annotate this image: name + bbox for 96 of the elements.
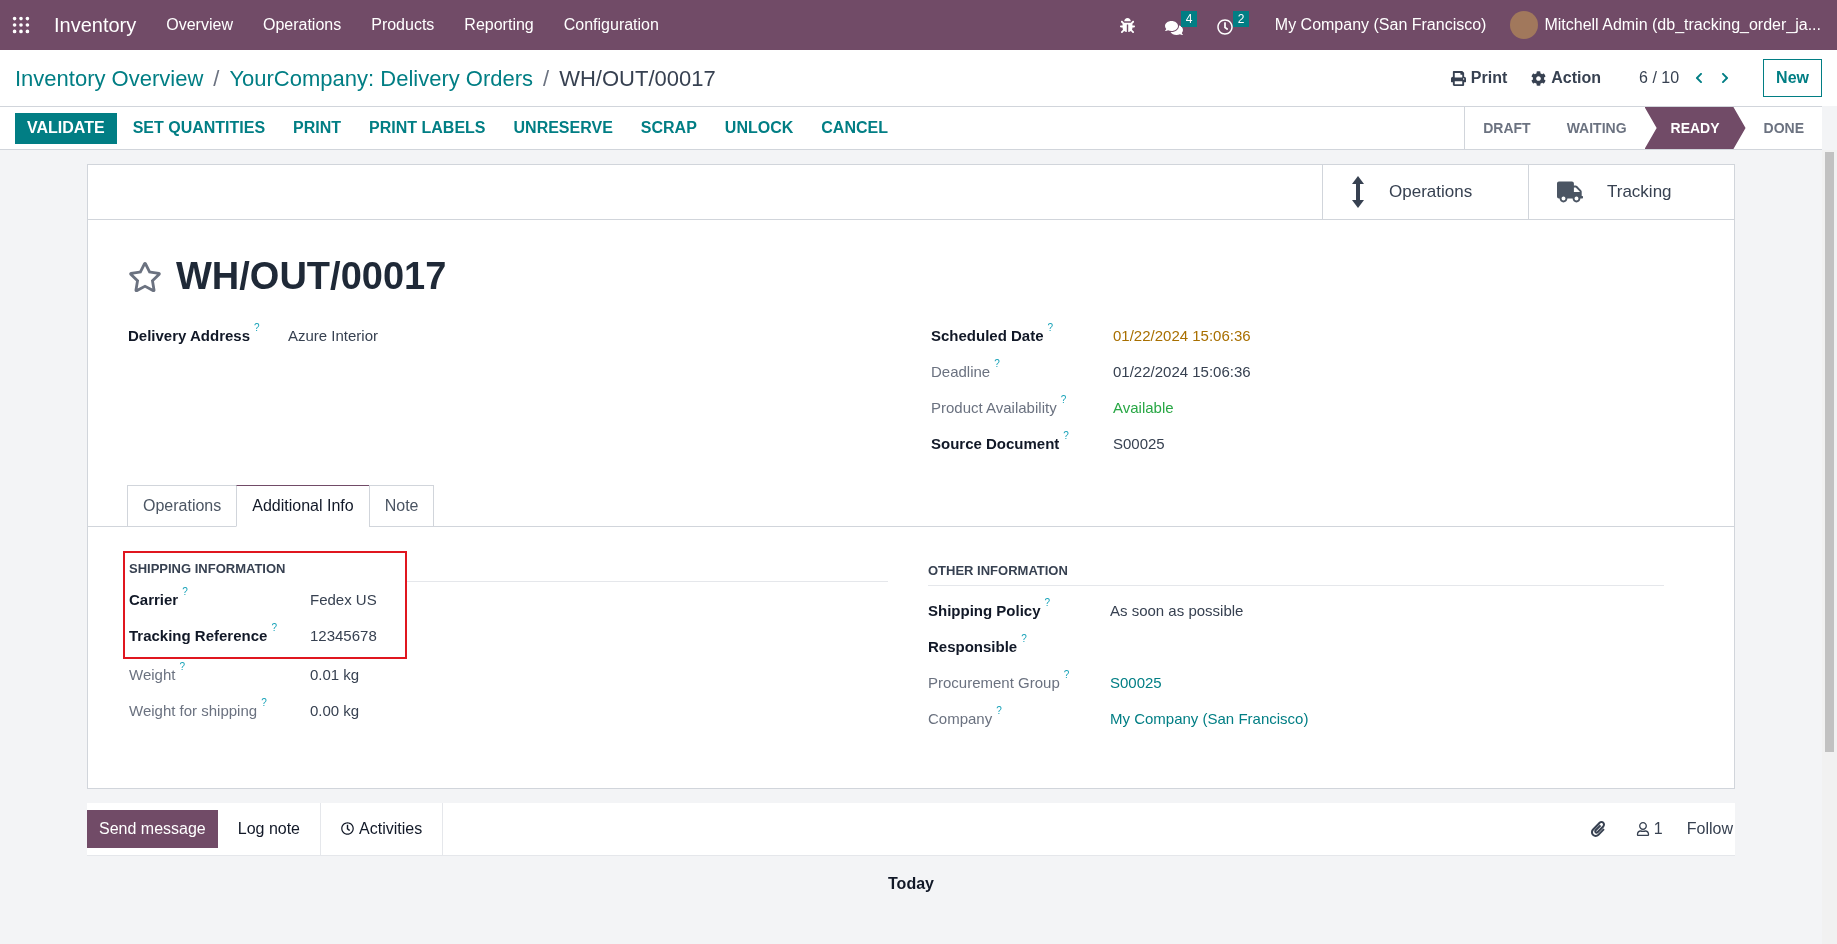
field-value: Available xyxy=(1113,398,1174,418)
field-label: Product Availability xyxy=(931,398,1057,418)
field-value: 01/22/2024 15:06:36 xyxy=(1113,326,1251,346)
breadcrumb: WH/OUT/00017 xyxy=(559,64,716,93)
field-value: 0.01 kg xyxy=(310,664,360,685)
messages-icon[interactable] xyxy=(1164,19,1183,37)
menu-item[interactable]: Reporting xyxy=(464,13,534,37)
field-label: Deadline xyxy=(931,362,991,382)
menu-item[interactable]: Operations xyxy=(262,13,342,37)
form-tab[interactable]: Note xyxy=(368,485,435,527)
field-value: 12345678 xyxy=(310,625,377,646)
action-menu-button[interactable]: Action xyxy=(1531,66,1602,90)
breadcrumb[interactable]: YourCompany: Delivery Orders xyxy=(229,61,534,95)
log-note-tab[interactable]: Log note xyxy=(217,802,321,855)
print-menu-button[interactable]: Print xyxy=(1450,66,1508,90)
pager-value[interactable]: 6 / 10 xyxy=(1639,66,1680,90)
follow-button[interactable]: Follow xyxy=(1686,816,1733,841)
help-tooltip-mark[interactable]: ? xyxy=(271,622,277,633)
menu-item[interactable]: Configuration xyxy=(563,13,659,37)
workflow-button[interactable]: PRINT LABELS xyxy=(357,112,498,144)
send-message-button[interactable]: Send message xyxy=(87,809,218,848)
workflow-button[interactable]: SCRAP xyxy=(628,112,709,144)
truck-icon xyxy=(1557,181,1583,203)
help-tooltip-mark[interactable]: ? xyxy=(994,359,1000,369)
activities-count-badge: 2 xyxy=(1232,11,1250,27)
star-icon[interactable] xyxy=(128,259,162,294)
help-tooltip-mark[interactable]: ? xyxy=(1060,395,1067,405)
user-avatar xyxy=(1510,11,1539,39)
help-tooltip-mark[interactable]: ? xyxy=(1047,323,1054,333)
user-menu[interactable]: Mitchell Admin (db_tracking_order_ja... xyxy=(1544,13,1821,37)
field-value: Fedex US xyxy=(310,589,377,610)
app-menu-icon[interactable] xyxy=(10,14,32,36)
status-stage[interactable]: WAITING xyxy=(1548,107,1645,149)
scrollbar[interactable] xyxy=(1822,150,1837,944)
record-title: WH/OUT/00017 xyxy=(176,254,447,299)
menu-item[interactable]: Products xyxy=(371,13,435,37)
activities-clock-icon[interactable] xyxy=(1216,19,1233,35)
workflow-button[interactable]: VALIDATE xyxy=(15,112,117,144)
status-stage[interactable]: DONE xyxy=(1745,107,1822,149)
help-tooltip-mark[interactable]: ? xyxy=(1044,597,1051,608)
printer-icon xyxy=(1450,70,1466,86)
help-tooltip-mark[interactable]: ? xyxy=(254,323,260,333)
field-value: As soon as possible xyxy=(1110,600,1244,621)
help-tooltip-mark[interactable]: ? xyxy=(1063,669,1070,680)
activities-tab[interactable]: Activities xyxy=(321,802,444,855)
help-tooltip-mark[interactable]: ? xyxy=(1063,431,1069,441)
breadcrumb-separator: / xyxy=(213,64,220,93)
app-name[interactable]: Inventory xyxy=(54,10,137,40)
clock-icon xyxy=(341,822,354,835)
help-tooltip-mark[interactable]: ? xyxy=(1021,633,1027,644)
section-heading: OTHER INFORMATION xyxy=(928,561,1664,586)
help-tooltip-mark[interactable]: ? xyxy=(261,697,267,708)
field-label: Procurement Group xyxy=(928,672,1060,693)
field-value: Azure Interior xyxy=(288,326,379,346)
followers-button[interactable]: 1 xyxy=(1635,816,1663,841)
breadcrumb-separator: / xyxy=(543,64,550,93)
field-label: Carrier xyxy=(129,589,179,610)
person-icon xyxy=(1635,821,1650,836)
smart-button[interactable]: Tracking xyxy=(1528,165,1734,219)
smart-button[interactable]: Operations xyxy=(1322,165,1528,219)
field-label: Shipping Policy xyxy=(928,600,1041,621)
help-tooltip-mark[interactable]: ? xyxy=(182,586,188,597)
workflow-button[interactable]: UNRESERVE xyxy=(501,112,625,144)
help-tooltip-mark[interactable]: ? xyxy=(179,661,185,672)
gear-icon xyxy=(1531,70,1547,86)
date-separator: Today xyxy=(888,873,934,894)
messages-count-badge: 4 xyxy=(1180,11,1198,27)
up-down-arrow-icon xyxy=(1351,176,1365,208)
field-label: Source Document xyxy=(931,434,1060,454)
attachment-icon[interactable] xyxy=(1589,820,1606,837)
field-value: S00025 xyxy=(1113,434,1165,454)
debug-icon[interactable] xyxy=(1119,17,1135,33)
new-button[interactable]: New xyxy=(1763,59,1822,97)
company-switcher[interactable]: My Company (San Francisco) xyxy=(1274,13,1487,37)
field-value: S00025 xyxy=(1110,672,1162,693)
section-heading: SHIPPING INFORMATION xyxy=(129,560,287,578)
field-label: Weight for shipping xyxy=(129,700,258,721)
form-tab[interactable]: Additional Info xyxy=(236,485,370,527)
field-value: 01/22/2024 15:06:36 xyxy=(1113,362,1251,382)
workflow-button[interactable]: SET QUANTITIES xyxy=(120,112,278,144)
menu-item[interactable]: Overview xyxy=(166,13,233,37)
breadcrumb[interactable]: Inventory Overview xyxy=(15,61,204,95)
workflow-button[interactable]: CANCEL xyxy=(809,112,900,144)
field-label: Scheduled Date xyxy=(931,326,1044,346)
field-label: Delivery Address xyxy=(128,326,250,346)
field-label: Tracking Reference xyxy=(129,625,268,646)
field-value: 0.00 kg xyxy=(310,700,360,721)
workflow-button[interactable]: PRINT xyxy=(281,112,354,144)
field-value: My Company (San Francisco) xyxy=(1110,708,1309,729)
status-stage[interactable]: READY xyxy=(1644,107,1746,149)
workflow-button[interactable]: UNLOCK xyxy=(712,112,806,144)
status-stage[interactable]: DRAFT xyxy=(1464,107,1549,149)
field-label: Responsible xyxy=(928,636,1018,657)
field-label: Company xyxy=(928,708,993,729)
help-tooltip-mark[interactable]: ? xyxy=(996,705,1002,716)
field-label: Weight xyxy=(129,664,176,685)
